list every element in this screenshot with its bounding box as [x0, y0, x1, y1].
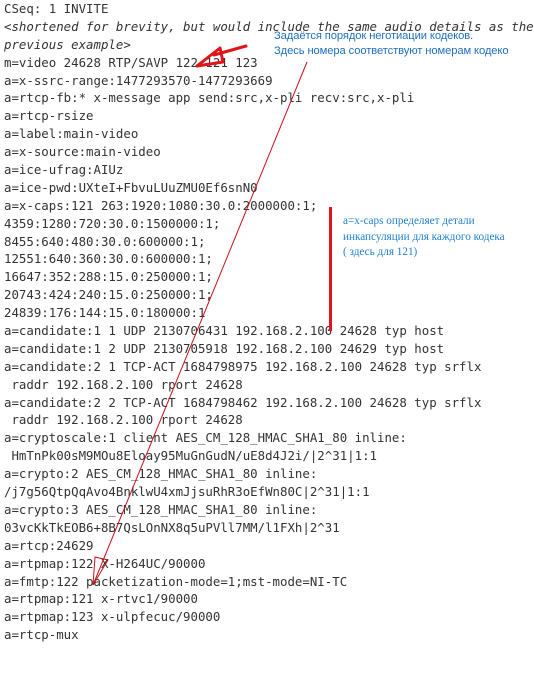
code-line: a=fmtp:122 packetization-mode=1;mst-mode…: [4, 573, 348, 589]
codec-order-annotation-line2: Здесь номера соответствуют номерам кодек…: [274, 45, 509, 57]
code-line: 24839:176:144:15.0:180000:1: [4, 305, 206, 321]
code-line: a=x-source:main-video: [4, 144, 161, 160]
code-line: CSeq: 1 INVITE: [4, 1, 109, 16]
code-line: a=candidate:1 1 UDP 2130706431 192.168.2…: [4, 323, 445, 339]
code-line: a=crypto:3 AES_CM_128_HMAC_SHA1_80 inlin…: [4, 501, 318, 517]
code-line: a=rtcp:24629: [4, 537, 94, 553]
code-line: a=rtcp-fb:* x-message app send:src,x-pli…: [4, 90, 415, 106]
code-line: a=candidate:1 2 UDP 2130705918 192.168.2…: [4, 340, 445, 356]
code-line: /j7g56QtpQqAvo4BnklwU4xmJjsuRhR3oEfWn80C…: [4, 484, 370, 500]
code-line: a=rtcp-rsize: [4, 108, 94, 124]
code-line: a=candidate:2 1 TCP-ACT 1684798975 192.1…: [4, 358, 482, 374]
xcaps-bracket-bar: [329, 207, 332, 331]
xcaps-annotation: a=x-caps определяет детали инкапсуляции …: [343, 215, 505, 258]
code-line: a=candidate:2 2 TCP-ACT 1684798462 192.1…: [4, 394, 482, 410]
code-line: raddr 192.168.2.100 rport 24628: [4, 376, 243, 392]
code-line: a=rtpmap:121 x-rtvc1/90000: [4, 591, 198, 607]
code-line: a=x-ssrc-range:1477293570-1477293669: [4, 72, 273, 88]
code-line: 03vcKkTkEOB6+8B7QsLOnNX8q5uPVll7MM/l1FXh…: [4, 519, 340, 535]
code-line: 16647:352:288:15.0:250000:1;: [4, 269, 213, 285]
code-line: raddr 192.168.2.100 rport 24628: [4, 412, 243, 428]
code-line: HmTnPk00sM9MOu8Eloay95MuGnGudN/uE8d4J2i/…: [4, 448, 377, 464]
codec-order-annotation: Задаётся порядок неготиации кодеков. Зде…: [274, 29, 509, 59]
sdp-code-block: CSeq: 1 INVITE <shortened for brevity, bu…: [4, 0, 534, 644]
code-line: a=x-caps:121 263:1920:1080:30.0:2000000:…: [4, 197, 318, 213]
code-line: a=label:main-video: [4, 126, 139, 142]
code-line: a=rtpmap:122 X-H264UC/90000: [4, 555, 206, 571]
code-line: a=rtpmap:123 x-ulpfecuc/90000: [4, 609, 221, 625]
code-line: a=rtcp-mux: [4, 627, 79, 643]
code-line: a=crypto:2 AES_CM_128_HMAC_SHA1_80 inlin…: [4, 466, 318, 482]
code-line: 20743:424:240:15.0:250000:1;: [4, 287, 213, 303]
code-line: a=ice-pwd:UXteI+FbvuLUuZMU0Ef6snN0: [4, 179, 258, 195]
code-line: a=cryptoscale:1 client AES_CM_128_HMAC_S…: [4, 430, 407, 446]
code-line: a=ice-ufrag:AIUz: [4, 162, 124, 178]
codec-order-annotation-line1: Задаётся порядок неготиации кодеков.: [274, 30, 474, 42]
